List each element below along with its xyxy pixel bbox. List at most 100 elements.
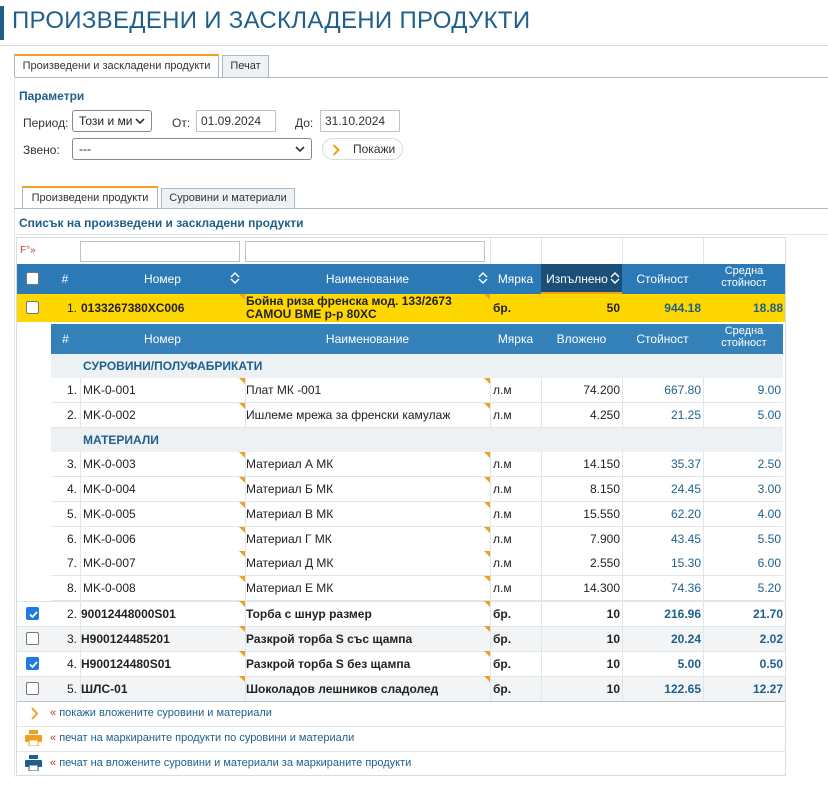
- material-name: Материал Б МК: [246, 482, 334, 496]
- corner-marker: [239, 527, 245, 533]
- material-used: 14.150: [583, 457, 620, 471]
- col-divider: [80, 452, 81, 476]
- material-code[interactable]: MK-0-007: [83, 556, 238, 570]
- row-num: 5.: [66, 682, 77, 696]
- product-avg: 12.27: [752, 682, 783, 696]
- tab-print[interactable]: Печат: [222, 55, 269, 77]
- chevron-right-icon: [332, 144, 340, 156]
- product-name: Разкрой торба S със щампа: [246, 632, 413, 646]
- material-code[interactable]: MK-0-005: [83, 507, 238, 521]
- product-code[interactable]: 0133267380XC006: [81, 301, 241, 315]
- product-name: Шоколадов лешников сладолед: [246, 682, 439, 696]
- from-date-input[interactable]: 01.09.2024: [196, 110, 276, 132]
- printer-blue-icon[interactable]: [25, 755, 42, 771]
- header-done[interactable]: Изпълнено: [544, 272, 610, 286]
- corner-marker: [239, 403, 245, 409]
- material-unit: л.м: [493, 556, 512, 570]
- corner-marker: [484, 551, 490, 557]
- tab-produced-stored[interactable]: Произведени и заскладени продукти: [14, 54, 219, 78]
- filter-code-input[interactable]: [80, 241, 240, 262]
- filter-label[interactable]: F°»: [20, 245, 36, 256]
- row-checkbox[interactable]: [26, 682, 39, 695]
- material-used: 15.550: [583, 507, 620, 521]
- period-select[interactable]: Този и ми: [72, 110, 152, 132]
- group-row: [51, 428, 783, 452]
- list-title-divider: [14, 234, 828, 235]
- material-code[interactable]: MK-0-006: [83, 532, 238, 546]
- table-bottom-divider: [17, 701, 785, 702]
- select-all-checkbox[interactable]: [26, 272, 39, 285]
- corner-marker: [239, 452, 245, 458]
- material-name: Материал В МК: [246, 507, 334, 521]
- product-code[interactable]: H900124480S01: [81, 657, 239, 671]
- corner-marker: [484, 294, 490, 300]
- col-divider: [80, 378, 81, 402]
- corner-marker: [239, 378, 245, 384]
- row-checkbox[interactable]: [26, 657, 39, 670]
- col-divider: [490, 551, 491, 575]
- material-unit: л.м: [493, 532, 512, 546]
- to-date-input[interactable]: 31.10.2024: [320, 110, 400, 132]
- material-name: Материал А МК: [246, 457, 334, 471]
- corner-marker: [239, 601, 245, 607]
- material-code[interactable]: MK-0-002: [83, 408, 238, 422]
- col-divider: [490, 676, 491, 701]
- row-num: 1.: [66, 301, 77, 315]
- material-cost: 21.25: [670, 408, 701, 422]
- material-code[interactable]: MK-0-003: [83, 457, 238, 471]
- row-num: 8.: [66, 581, 77, 595]
- header-code[interactable]: Номер: [80, 272, 245, 286]
- material-cost: 35.37: [670, 457, 701, 471]
- material-code[interactable]: MK-0-004: [83, 482, 238, 496]
- print-used-link[interactable]: « печат на вложените суровини и материал…: [50, 757, 411, 769]
- sub-header-used: Вложено: [556, 332, 607, 346]
- product-code[interactable]: ШЛС-01: [81, 682, 239, 696]
- corner-marker: [239, 551, 245, 557]
- row-num: 5.: [66, 507, 77, 521]
- header-avg: Средна стойност: [721, 265, 767, 289]
- product-code[interactable]: 90012448000S01: [81, 607, 239, 621]
- row-divider: [17, 676, 785, 677]
- sort-icon[interactable]: [230, 271, 240, 285]
- unit-select[interactable]: ---: [72, 138, 312, 160]
- link-divider: [17, 751, 785, 752]
- nested-indent: [17, 322, 51, 601]
- printer-orange-icon[interactable]: [25, 730, 42, 746]
- print-marked-link-text: печат на маркираните продукти по суровин…: [59, 732, 355, 744]
- sort-icon[interactable]: [610, 271, 620, 285]
- group-title: СУРОВИНИ/ПОЛУФАБРИКАТИ: [83, 359, 263, 373]
- material-avg: 2.50: [757, 457, 781, 471]
- material-avg: 5.50: [757, 532, 781, 546]
- filter-name-input[interactable]: [245, 241, 485, 262]
- print-used-link-text: печат на вложените суровини и материали …: [59, 757, 412, 769]
- row-checkbox[interactable]: [26, 301, 39, 314]
- product-avg: 21.70: [752, 607, 783, 621]
- sort-icon[interactable]: [478, 271, 488, 285]
- row-checkbox[interactable]: [26, 632, 39, 645]
- panel-border: [14, 77, 15, 777]
- print-marked-link[interactable]: « печат на маркираните продукти по суров…: [50, 732, 354, 744]
- material-code[interactable]: MK-0-008: [83, 581, 238, 595]
- show-button[interactable]: Покажи: [322, 138, 403, 160]
- chevron-right-icon[interactable]: [30, 707, 39, 720]
- material-used: 74.200: [583, 383, 620, 397]
- product-code[interactable]: H900124485201: [81, 632, 239, 646]
- material-used: 4.250: [589, 408, 620, 422]
- tab-raw-materials[interactable]: Суровини и материали: [161, 188, 295, 208]
- material-name: Материал Г МК: [246, 532, 332, 546]
- col-divider: [80, 527, 81, 551]
- material-code[interactable]: MK-0-001: [83, 383, 238, 397]
- material-avg: 4.00: [757, 507, 781, 521]
- corner-marker: [484, 403, 490, 409]
- tab-produced-products[interactable]: Произведени продукти: [22, 186, 158, 209]
- corner-marker: [484, 601, 490, 607]
- row-checkbox[interactable]: [26, 607, 39, 620]
- material-used: 14.300: [583, 581, 620, 595]
- show-materials-link[interactable]: « покажи вложените суровини и материали: [50, 707, 272, 719]
- product-done: 10: [606, 682, 620, 696]
- material-cost: 15.30: [670, 556, 701, 570]
- col-divider: [490, 477, 491, 501]
- header-name[interactable]: Наименование: [245, 272, 490, 286]
- row-num: 1.: [66, 383, 77, 397]
- sub-header-name: Наименование: [325, 332, 410, 346]
